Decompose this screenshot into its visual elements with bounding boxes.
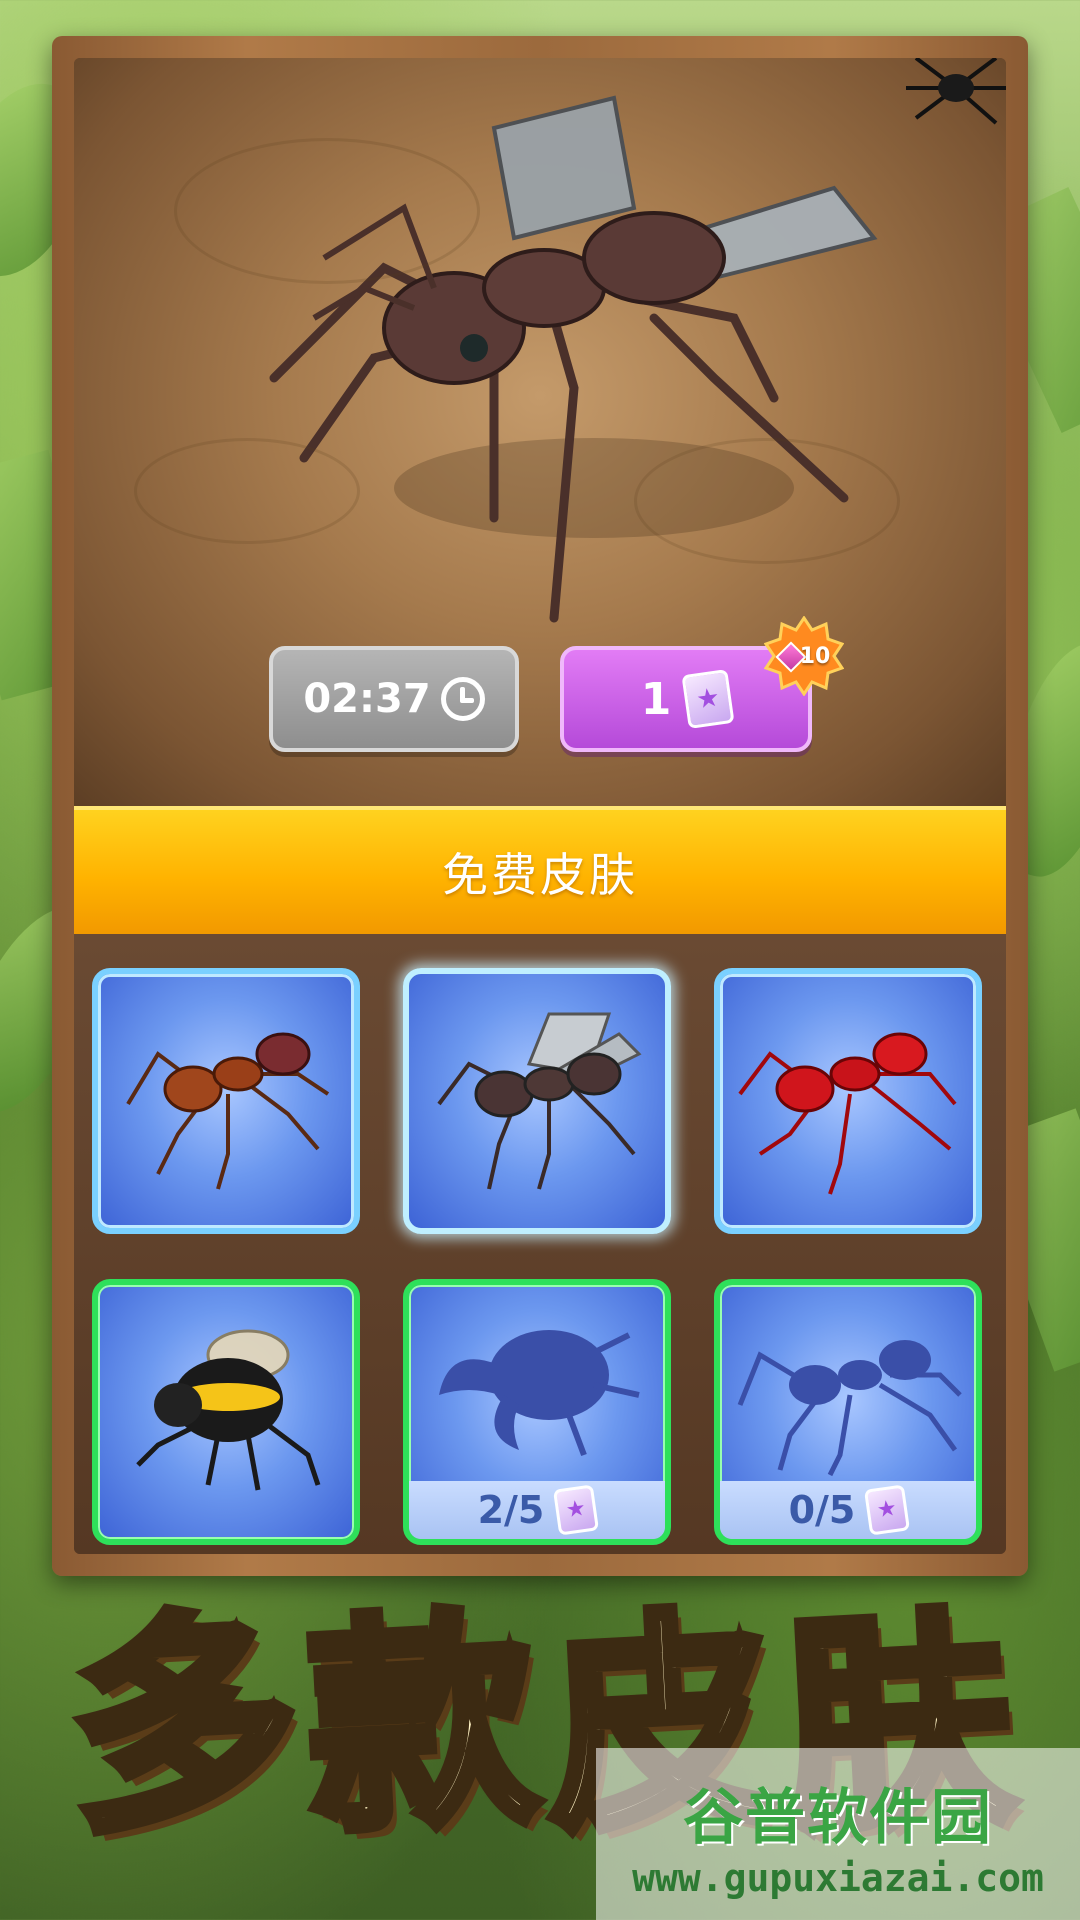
skin-progress-text: 2/5 <box>477 1488 545 1532</box>
skin-card-spider-ant[interactable]: 0/5 ★ <box>714 1279 982 1545</box>
skin-card-icon: ★ <box>553 1484 600 1536</box>
site-watermark: 谷普软件园 www.gupuxiazai.com <box>596 1748 1080 1920</box>
bumblebee-icon <box>136 1329 321 1491</box>
skin-card-bumblebee[interactable] <box>92 1279 360 1545</box>
winged-ant-icon <box>437 1012 642 1190</box>
skin-card-icon: ★ <box>681 669 735 729</box>
skin-shop-panel-inner: 02:37 1 ★ 10 免费皮肤 2/5 ★ 0/5 ★ <box>74 58 1006 1554</box>
spider-decoration-icon <box>906 58 1006 125</box>
skin-card-winged-ant[interactable] <box>403 968 671 1234</box>
spider-ant-silhouette-icon <box>737 1340 962 1477</box>
gem-bonus-count: 10 <box>799 643 831 669</box>
sand-ripple <box>634 438 900 564</box>
promo-title-char: 多 <box>58 1581 310 1869</box>
skin-card-icon: ★ <box>864 1484 911 1536</box>
skin-progress-bar: 2/5 ★ <box>409 1481 665 1539</box>
skin-shop-panel: 02:37 1 ★ 10 免费皮肤 2/5 ★ 0/5 ★ <box>52 36 1028 1576</box>
free-skin-timer-button[interactable]: 02:37 <box>269 646 519 752</box>
watermark-url: www.gupuxiazai.com <box>632 1855 1044 1900</box>
skin-progress-bar: 0/5 ★ <box>720 1481 976 1539</box>
stag-beetle-silhouette-icon <box>439 1330 640 1457</box>
skin-grid: 2/5 ★ 0/5 ★ <box>74 934 1006 1554</box>
sand-ripple <box>174 138 480 284</box>
timer-text: 02:37 <box>303 676 431 722</box>
skin-progress-text: 0/5 <box>788 1488 856 1532</box>
red-ant-icon <box>738 1032 957 1195</box>
watermark-logo-text: 谷普软件园 <box>683 1782 993 1853</box>
fire-ant-icon <box>126 1032 330 1190</box>
featured-skin-preview: 02:37 1 ★ 10 <box>74 58 1006 808</box>
clock-icon <box>440 677 485 721</box>
skin-card-fire-ant[interactable] <box>92 968 360 1234</box>
sand-ripple <box>134 438 360 544</box>
promo-title-char: 款 <box>296 1581 548 1869</box>
skin-card-red-ant[interactable] <box>714 968 982 1234</box>
card-price-text: 1 <box>640 673 672 725</box>
skin-card-stag-beetle[interactable]: 2/5 ★ <box>403 1279 671 1545</box>
gem-bonus-badge: 10 <box>764 616 844 696</box>
free-skins-banner: 免费皮肤 <box>74 806 1006 934</box>
